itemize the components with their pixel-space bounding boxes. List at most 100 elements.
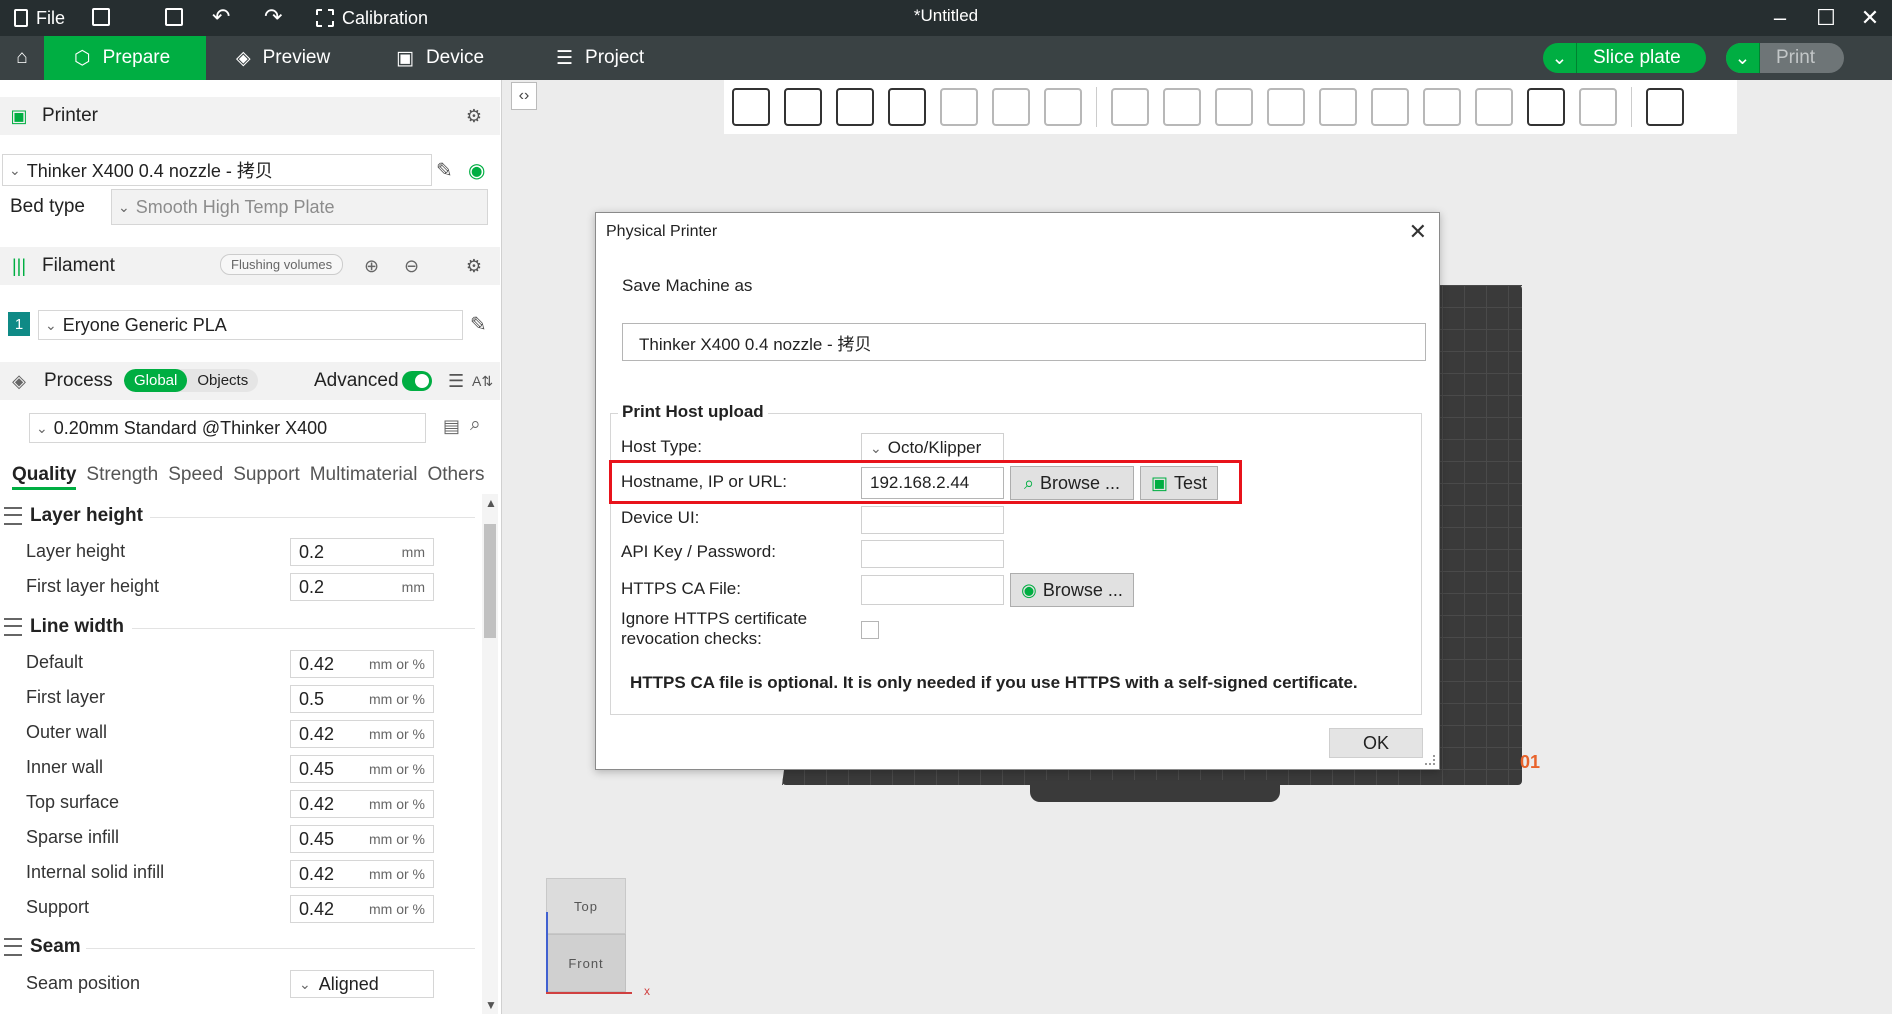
ignore-revocation-checkbox[interactable] [861, 621, 879, 639]
close-window-button[interactable]: ✕ [1846, 0, 1892, 36]
https-ca-input[interactable] [861, 575, 1004, 605]
save-icon[interactable]: ▤ [443, 416, 460, 437]
tab-multimaterial[interactable]: Multimaterial [310, 464, 418, 490]
default-line-width-input[interactable]: 0.42 mm or % [290, 650, 434, 678]
layer-height-input[interactable]: 0.2 mm [290, 538, 434, 566]
objects-toggle[interactable]: Objects [187, 369, 258, 392]
calibration-icon [316, 9, 334, 27]
seam-paint-icon[interactable] [1423, 88, 1461, 126]
tab-speed[interactable]: Speed [168, 464, 223, 490]
search-icon[interactable]: ⌕ [470, 414, 481, 436]
support-line-width-input[interactable]: 0.42 mm or % [290, 895, 434, 923]
assembly-icon[interactable] [1646, 88, 1684, 126]
input-value: 0.5 [299, 688, 325, 709]
seam-position-select[interactable]: ⌄ Aligned [290, 970, 434, 998]
arrange-icon[interactable] [888, 88, 926, 126]
wifi-icon[interactable]: ◉ [468, 158, 485, 183]
edit-icon[interactable]: ✎ [436, 158, 453, 183]
view-cube[interactable]: Top Front [546, 878, 626, 996]
maximize-button[interactable]: ☐ [1802, 0, 1850, 36]
machine-name-input[interactable]: Thinker X400 0.4 nozzle - 拷贝 [622, 323, 1426, 361]
toolbar-separator [1631, 87, 1632, 127]
split-parts-icon[interactable] [992, 88, 1030, 126]
device-ui-input[interactable] [861, 506, 1004, 534]
save-icon[interactable] [165, 8, 183, 26]
menu-icon[interactable] [92, 8, 110, 26]
internal-solid-infill-input[interactable]: 0.42 mm or % [290, 860, 434, 888]
global-toggle[interactable]: Global [124, 369, 188, 392]
host-type-select[interactable]: ⌄ Octo/Klipper [861, 433, 1004, 463]
resize-grip-icon[interactable] [1425, 755, 1435, 765]
lay-on-face-icon[interactable] [1267, 88, 1305, 126]
support-line-width-label: Support [26, 897, 90, 917]
ok-button[interactable]: OK [1329, 728, 1423, 758]
settings-sliders-icon[interactable]: ⚙ [466, 106, 482, 127]
first-layer-line-width-label: First layer [26, 687, 106, 707]
tab-support[interactable]: Support [233, 464, 300, 490]
input-value: Aligned [318, 973, 379, 994]
outer-wall-input[interactable]: 0.42 mm or % [290, 720, 434, 748]
sparse-infill-input[interactable]: 0.45 mm or % [290, 825, 434, 853]
rotate-icon[interactable] [1163, 88, 1201, 126]
minimize-button[interactable]: – [1756, 0, 1804, 36]
bed-type-select[interactable]: ⌄ Smooth High Temp Plate [111, 189, 488, 225]
printer-preset-select[interactable]: ⌄ Thinker X400 0.4 nozzle - 拷贝 [2, 154, 432, 186]
undo-icon[interactable]: ↶ [212, 4, 230, 30]
tab-prepare[interactable]: ⬡ Prepare [44, 36, 206, 80]
edit-icon[interactable]: ✎ [470, 312, 487, 337]
global-objects-toggle[interactable]: Global Objects [124, 369, 259, 392]
slice-plate-button[interactable]: ⌄ Slice plate [1543, 43, 1706, 73]
text-icon[interactable] [1527, 88, 1565, 126]
close-icon[interactable]: ✕ [1409, 219, 1427, 245]
view-cube-top[interactable]: Top [546, 878, 626, 934]
add-filament-icon[interactable]: ⊕ [364, 256, 379, 277]
add-plate-icon[interactable] [784, 88, 822, 126]
first-layer-line-width-input[interactable]: 0.5 mm or % [290, 685, 434, 713]
top-surface-input[interactable]: 0.42 mm or % [290, 790, 434, 818]
color-paint-icon[interactable] [1475, 88, 1513, 126]
browse-ca-file-button[interactable]: ◉ Browse ... [1010, 573, 1134, 607]
filament-slot-badge[interactable]: 1 [8, 312, 30, 336]
input-value: 0.42 [299, 863, 335, 884]
view-cube-front[interactable]: Front [546, 934, 626, 992]
remove-filament-icon[interactable]: ⊖ [404, 256, 419, 277]
list-icon[interactable]: ☰ [448, 371, 464, 392]
flushing-volumes-button[interactable]: Flushing volumes [220, 254, 344, 275]
chevron-down-icon[interactable]: ⌄ [1543, 43, 1577, 73]
tab-project[interactable]: ☰ Project [526, 36, 686, 80]
cut-icon[interactable] [1319, 88, 1357, 126]
filament-preset-select[interactable]: ⌄ Eryone Generic PLA [38, 310, 463, 340]
redo-icon[interactable]: ↷ [264, 4, 282, 30]
compare-icon[interactable]: A⇅ [472, 373, 493, 390]
layers-editing-icon[interactable] [1044, 88, 1082, 126]
scroll-down-icon[interactable]: ▼ [485, 998, 497, 1012]
move-icon[interactable] [1111, 88, 1149, 126]
print-button[interactable]: ⌄ Print [1726, 43, 1844, 73]
settings-scrollbar[interactable]: ▲ ▼ [482, 494, 498, 1014]
inner-wall-input[interactable]: 0.45 mm or % [290, 755, 434, 783]
tab-preview[interactable]: ◈ Preview [206, 36, 366, 80]
api-key-input[interactable] [861, 540, 1004, 568]
scroll-up-icon[interactable]: ▲ [485, 496, 497, 510]
split-objects-icon[interactable] [940, 88, 978, 126]
tab-strength[interactable]: Strength [86, 464, 158, 490]
chevron-down-icon[interactable]: ⌄ [1726, 43, 1760, 73]
scroll-thumb[interactable] [484, 524, 496, 638]
collapse-sidebar-button[interactable]: ‹› [511, 82, 537, 110]
process-preset-select[interactable]: ⌄ 0.20mm Standard @Thinker X400 [29, 413, 426, 443]
measure-icon[interactable] [1579, 88, 1617, 126]
calibration-menu[interactable]: Calibration [316, 0, 428, 36]
ok-label: OK [1362, 732, 1389, 753]
file-menu[interactable]: File [14, 0, 65, 36]
advanced-switch[interactable] [402, 371, 432, 391]
auto-orient-icon[interactable] [836, 88, 874, 126]
tab-device[interactable]: ▣ Device [366, 36, 526, 80]
first-layer-height-input[interactable]: 0.2 mm [290, 573, 434, 601]
add-object-icon[interactable] [732, 88, 770, 126]
tab-others[interactable]: Others [427, 464, 484, 490]
support-paint-icon[interactable] [1371, 88, 1409, 126]
settings-sliders-icon[interactable]: ⚙ [466, 256, 482, 277]
home-button[interactable]: ⌂ [0, 36, 44, 80]
scale-icon[interactable] [1215, 88, 1253, 126]
tab-quality[interactable]: Quality [12, 464, 77, 490]
